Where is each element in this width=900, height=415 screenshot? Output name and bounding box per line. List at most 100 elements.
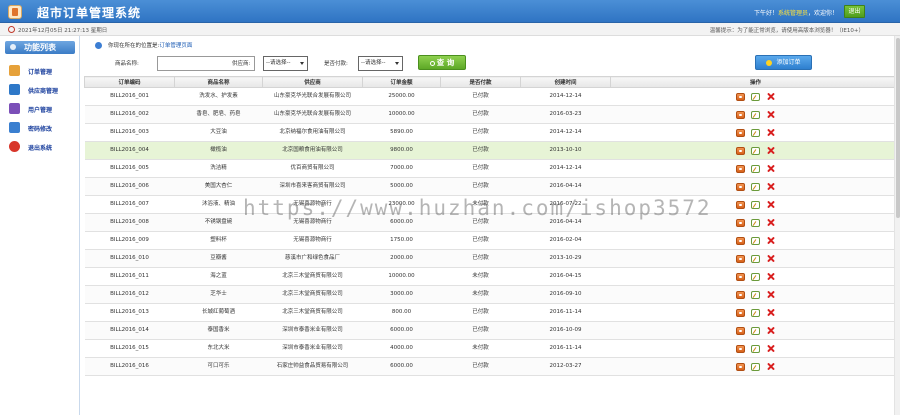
delete-icon[interactable] bbox=[766, 200, 775, 209]
sidebar-item-supplier[interactable]: 供应商管理 bbox=[9, 83, 77, 96]
actions-cell bbox=[610, 87, 900, 106]
plus-icon bbox=[766, 59, 773, 66]
supplier-cell: 山东豪克华光联合发展有限公司 bbox=[262, 105, 363, 124]
order-code-cell: BILL2016_006 bbox=[84, 177, 175, 196]
sidebar-item-user[interactable]: 用户管理 bbox=[9, 102, 77, 115]
edit-icon[interactable] bbox=[751, 182, 760, 191]
edit-icon[interactable] bbox=[751, 254, 760, 263]
actions-cell bbox=[610, 105, 900, 124]
product-name-cell: 海之蓝 bbox=[174, 267, 263, 286]
edit-icon[interactable] bbox=[751, 200, 760, 209]
order-code-cell: BILL2016_001 bbox=[84, 87, 175, 106]
sidebar-item-password[interactable]: 密码修改 bbox=[9, 121, 77, 134]
edit-icon[interactable] bbox=[751, 218, 760, 227]
edit-icon[interactable] bbox=[751, 290, 760, 299]
delete-icon[interactable] bbox=[766, 308, 775, 317]
actions-cell bbox=[610, 213, 900, 232]
sidebar-title: 功能列表 bbox=[5, 41, 75, 54]
supplier-icon bbox=[9, 84, 20, 95]
sidebar-item-logout[interactable]: 退出系统 bbox=[9, 140, 77, 153]
edit-icon[interactable] bbox=[751, 146, 760, 155]
created-time-cell: 2016-04-14 bbox=[520, 177, 611, 196]
view-icon[interactable] bbox=[736, 182, 745, 191]
delete-icon[interactable] bbox=[766, 164, 775, 173]
created-time-cell: 2016-07-22 bbox=[520, 195, 611, 214]
edit-icon[interactable] bbox=[751, 344, 760, 353]
supplier-select[interactable]: --请选择-- bbox=[263, 56, 308, 71]
amount-cell: 9800.00 bbox=[362, 141, 441, 160]
view-icon[interactable] bbox=[736, 164, 745, 173]
view-icon[interactable] bbox=[736, 308, 745, 317]
view-icon[interactable] bbox=[736, 218, 745, 227]
delete-icon[interactable] bbox=[766, 236, 775, 245]
view-icon[interactable] bbox=[736, 200, 745, 209]
actions-cell bbox=[610, 357, 900, 376]
view-icon[interactable] bbox=[736, 236, 745, 245]
password-icon bbox=[9, 122, 20, 133]
view-icon[interactable] bbox=[736, 362, 745, 371]
table-header-row: 订单编码 商品名称 供应商 订单金额 是否付款 创建时间 操作 bbox=[84, 76, 900, 88]
logout-button[interactable]: 退出 bbox=[844, 5, 865, 18]
sidebar-item-order[interactable]: 订单管理 bbox=[9, 64, 77, 77]
paid-status-cell: 未付款 bbox=[440, 339, 521, 358]
edit-icon[interactable] bbox=[751, 272, 760, 281]
scrollbar-thumb[interactable] bbox=[896, 38, 900, 218]
delete-icon[interactable] bbox=[766, 290, 775, 299]
order-code-cell: BILL2016_013 bbox=[84, 303, 175, 322]
delete-icon[interactable] bbox=[766, 146, 775, 155]
delete-icon[interactable] bbox=[766, 272, 775, 281]
row-actions bbox=[613, 236, 899, 245]
paid-status-cell: 未付款 bbox=[440, 195, 521, 214]
delete-icon[interactable] bbox=[766, 362, 775, 371]
home-icon bbox=[95, 42, 102, 49]
view-icon[interactable] bbox=[736, 92, 745, 101]
delete-icon[interactable] bbox=[766, 326, 775, 335]
order-table-wrap: 订单编码 商品名称 供应商 订单金额 是否付款 创建时间 操作 BILL2016… bbox=[84, 76, 900, 415]
table-row: BILL2016_013 长城红葡萄酒 北京三木堂商贸有限公司 800.00 已付款 20… bbox=[84, 303, 900, 322]
greeting: 下午好！系统管理员，欢迎你！ bbox=[754, 8, 838, 17]
edit-icon[interactable] bbox=[751, 110, 760, 119]
view-icon[interactable] bbox=[736, 344, 745, 353]
view-icon[interactable] bbox=[736, 146, 745, 155]
edit-icon[interactable] bbox=[751, 236, 760, 245]
row-actions bbox=[613, 308, 899, 317]
paid-status-cell: 已付款 bbox=[440, 177, 521, 196]
order-code-cell: BILL2016_007 bbox=[84, 195, 175, 214]
delete-icon[interactable] bbox=[766, 344, 775, 353]
edit-icon[interactable] bbox=[751, 92, 760, 101]
delete-icon[interactable] bbox=[766, 218, 775, 227]
edit-icon[interactable] bbox=[751, 164, 760, 173]
created-time-cell: 2013-10-29 bbox=[520, 249, 611, 268]
order-icon bbox=[9, 65, 20, 76]
amount-cell: 800.00 bbox=[362, 303, 441, 322]
delete-icon[interactable] bbox=[766, 92, 775, 101]
paid-status-cell: 已付款 bbox=[440, 105, 521, 124]
info-bar: 2021年12月05日 21:27:13 星期日 温馨提示：为了能正常浏览，请使… bbox=[0, 23, 900, 36]
paid-select[interactable]: --请选择-- bbox=[358, 56, 403, 71]
order-code-cell: BILL2016_012 bbox=[84, 285, 175, 304]
delete-icon[interactable] bbox=[766, 254, 775, 263]
edit-icon[interactable] bbox=[751, 362, 760, 371]
edit-icon[interactable] bbox=[751, 326, 760, 335]
view-icon[interactable] bbox=[736, 254, 745, 263]
table-row: BILL2016_005 洗洁精 优百商贸有限公司 7000.00 已付款 2014-12… bbox=[84, 159, 900, 178]
delete-icon[interactable] bbox=[766, 182, 775, 191]
add-order-button[interactable]: 添加订单 bbox=[755, 55, 812, 70]
paid-status-cell: 已付款 bbox=[440, 357, 521, 376]
order-code-cell: BILL2016_015 bbox=[84, 339, 175, 358]
edit-icon[interactable] bbox=[751, 308, 760, 317]
supplier-cell: 优百商贸有限公司 bbox=[262, 159, 363, 178]
view-icon[interactable] bbox=[736, 128, 745, 137]
query-button[interactable]: 查 询 bbox=[418, 55, 466, 70]
edit-icon[interactable] bbox=[751, 128, 760, 137]
supplier-cell: 山东豪克华光联合发展有限公司 bbox=[262, 87, 363, 106]
view-icon[interactable] bbox=[736, 110, 745, 119]
view-icon[interactable] bbox=[736, 290, 745, 299]
page-scrollbar[interactable] bbox=[894, 36, 900, 415]
view-icon[interactable] bbox=[736, 272, 745, 281]
delete-icon[interactable] bbox=[766, 128, 775, 137]
breadcrumb-current[interactable]: 订单管理页面 bbox=[159, 43, 192, 49]
actions-cell bbox=[610, 231, 900, 250]
view-icon[interactable] bbox=[736, 326, 745, 335]
delete-icon[interactable] bbox=[766, 110, 775, 119]
